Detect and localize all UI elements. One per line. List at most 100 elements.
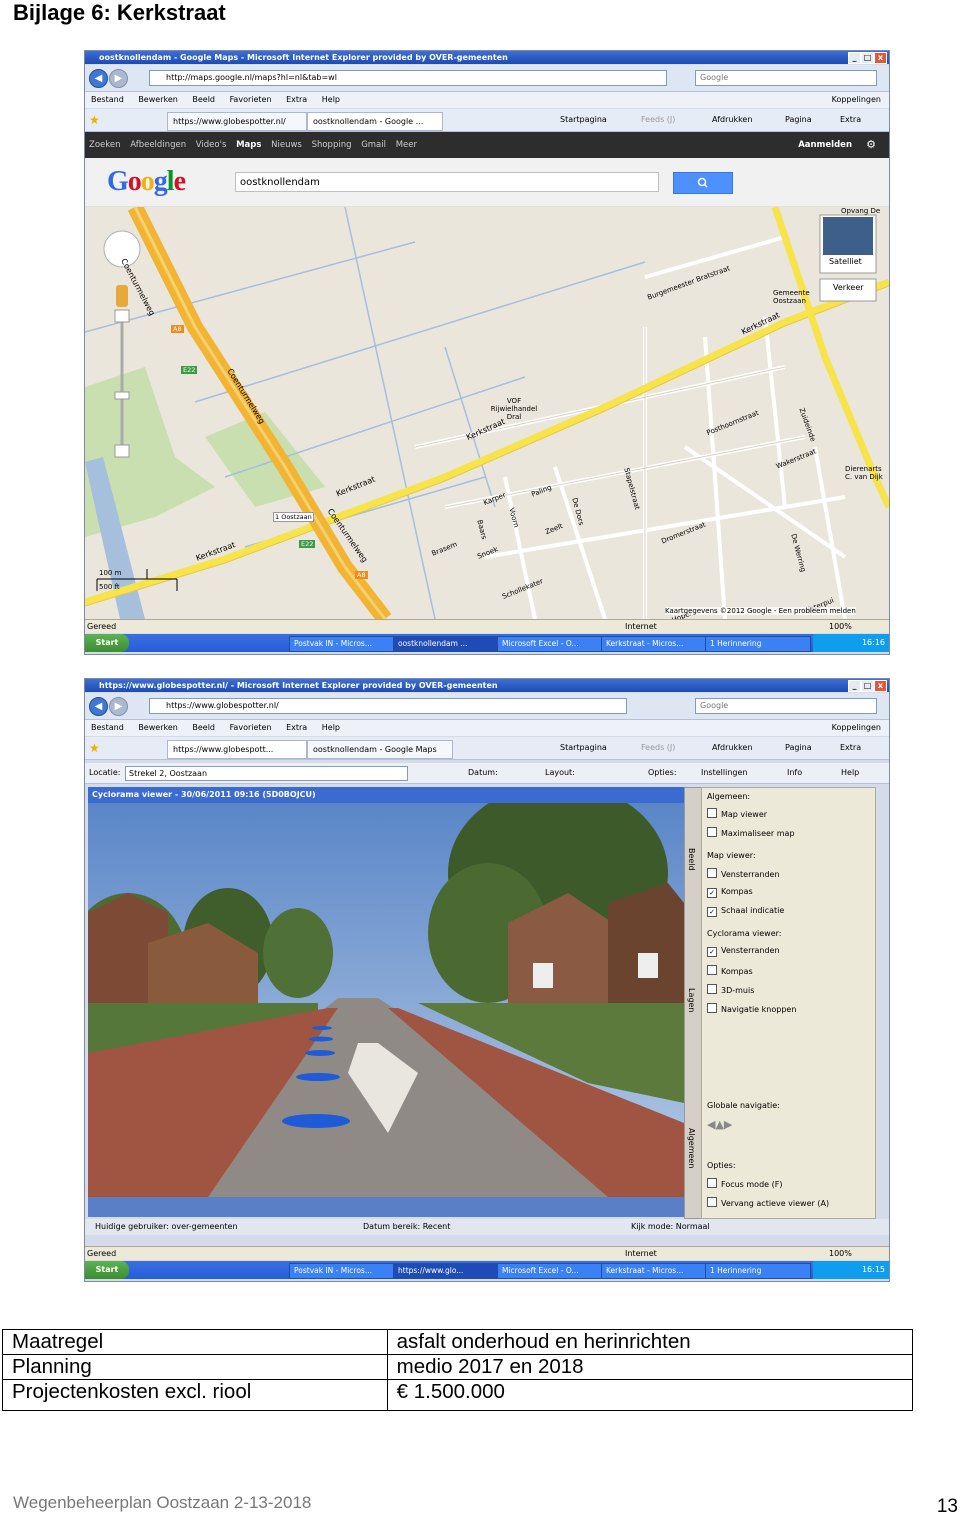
- taskbar-item[interactable]: 1 Herinnering: [705, 1263, 811, 1279]
- option-row[interactable]: Kompas: [707, 965, 753, 976]
- side-tab-lagen[interactable]: Lagen: [687, 988, 696, 1012]
- tab-globespotter[interactable]: https://www.globespott...: [167, 740, 307, 759]
- tab-google-maps[interactable]: oostknollendam - Google Maps: [307, 740, 453, 759]
- option-row[interactable]: 3D-muis: [707, 984, 754, 995]
- info-button[interactable]: Info: [787, 763, 802, 783]
- toolbar-item[interactable]: Startpagina: [560, 109, 607, 131]
- close-button[interactable]: x: [874, 680, 887, 692]
- checkbox-checked[interactable]: ✓: [707, 907, 717, 917]
- checkbox[interactable]: [707, 808, 717, 818]
- checkbox[interactable]: [707, 984, 717, 994]
- gbar-item[interactable]: Nieuws: [271, 140, 302, 150]
- toolbar-item[interactable]: Feeds (J): [641, 737, 675, 759]
- taskbar-item[interactable]: Postvak IN - Micros...: [289, 636, 395, 652]
- menu-item[interactable]: Bewerken: [138, 723, 178, 732]
- menu-item[interactable]: Bestand: [91, 723, 124, 732]
- checkbox[interactable]: [707, 868, 717, 878]
- maps-search-button[interactable]: [673, 172, 733, 194]
- option-row[interactable]: Map viewer: [707, 808, 767, 819]
- taskbar-item[interactable]: Microsoft Excel - O...: [497, 1263, 603, 1279]
- menu-item[interactable]: Extra: [286, 723, 307, 732]
- toolbar-item[interactable]: Pagina: [785, 109, 812, 131]
- menu-item[interactable]: Favorieten: [230, 723, 272, 732]
- checkbox-checked[interactable]: ✓: [707, 947, 717, 957]
- checkbox[interactable]: [707, 1178, 717, 1188]
- option-row[interactable]: Navigatie knoppen: [707, 1003, 796, 1014]
- gbar-item[interactable]: Shopping: [312, 140, 352, 150]
- back-icon[interactable]: ◀: [89, 69, 108, 88]
- taskbar-item[interactable]: Kerkstraat - Micros...: [601, 1263, 707, 1279]
- side-tab-beeld[interactable]: Beeld: [687, 848, 696, 871]
- toolbar-item[interactable]: Afdrukken: [712, 109, 752, 131]
- menu-item[interactable]: Beeld: [192, 95, 215, 104]
- gbar-item[interactable]: Zoeken: [89, 140, 121, 150]
- cyclorama-viewer[interactable]: Cyclorama viewer - 30/06/2011 09:16 (5D0…: [88, 787, 684, 1217]
- checkbox[interactable]: [707, 965, 717, 975]
- help-button[interactable]: Help: [841, 763, 859, 783]
- zoom-level[interactable]: 100%: [829, 620, 852, 633]
- address-bar[interactable]: http://maps.google.nl/maps?hl=nl&tab=wl: [149, 70, 667, 86]
- tab-globespotter[interactable]: https://www.globespotter.nl/: [167, 112, 307, 131]
- search-box[interactable]: Google: [695, 698, 877, 714]
- links-label[interactable]: Koppelingen: [832, 720, 881, 736]
- close-button[interactable]: x: [874, 52, 887, 64]
- instellingen-button[interactable]: Instellingen: [701, 763, 747, 783]
- checkbox-checked[interactable]: ✓: [707, 888, 717, 898]
- gear-icon[interactable]: ⚙: [866, 132, 876, 158]
- minimize-button[interactable]: _: [848, 52, 861, 64]
- taskbar-item[interactable]: Postvak IN - Micros...: [289, 1263, 395, 1279]
- toolbar-item[interactable]: Extra: [840, 737, 861, 759]
- option-row[interactable]: Vensterranden: [707, 868, 780, 879]
- favorites-star-icon[interactable]: ★: [89, 737, 100, 759]
- gbar-item[interactable]: Afbeeldingen: [130, 140, 186, 150]
- checkbox[interactable]: [707, 827, 717, 837]
- back-icon[interactable]: ◀: [89, 697, 108, 716]
- menu-item[interactable]: Help: [322, 95, 340, 104]
- taskbar-item[interactable]: Microsoft Excel - O...: [497, 636, 603, 652]
- toolbar-item[interactable]: Feeds (J): [641, 109, 675, 131]
- menu-item[interactable]: Beeld: [192, 723, 215, 732]
- taskbar-item[interactable]: oostknollendam ...: [393, 636, 499, 652]
- menu-item[interactable]: Bewerken: [138, 95, 178, 104]
- zoom-level[interactable]: 100%: [829, 1247, 852, 1260]
- checkbox[interactable]: [707, 1197, 717, 1207]
- maps-search-input[interactable]: oostknollendam: [235, 172, 659, 192]
- taskbar-item[interactable]: https://www.glo...: [393, 1263, 499, 1279]
- menu-item[interactable]: Favorieten: [230, 95, 272, 104]
- maximize-button[interactable]: □: [861, 52, 874, 64]
- taskbar-item[interactable]: 1 Herinnering: [705, 636, 811, 652]
- option-row[interactable]: Maximaliseer map: [707, 827, 795, 838]
- maximize-button[interactable]: □: [861, 680, 874, 692]
- signin-link[interactable]: Aanmelden: [798, 132, 852, 158]
- start-button[interactable]: Start: [85, 1261, 129, 1279]
- gbar-item[interactable]: Meer: [396, 140, 417, 150]
- taskbar-item[interactable]: Kerkstraat - Micros...: [601, 636, 707, 652]
- map-canvas[interactable]: Coenturmelweg Coenturmelweg Coenturmelwe…: [85, 207, 889, 619]
- toolbar-item[interactable]: Extra: [840, 109, 861, 131]
- forward-icon[interactable]: ▶: [109, 697, 128, 716]
- locatie-input[interactable]: Strekel 2, Oostzaan: [125, 766, 408, 781]
- option-row[interactable]: ✓ Kompas: [707, 887, 753, 898]
- option-row[interactable]: ✓ Schaal indicatie: [707, 906, 784, 917]
- satellite-button[interactable]: Satelliet: [829, 257, 862, 266]
- gbar-item[interactable]: Video's: [196, 140, 227, 150]
- toolbar-item[interactable]: Pagina: [785, 737, 812, 759]
- menu-item[interactable]: Bestand: [91, 95, 124, 104]
- tab-google-maps[interactable]: oostknollendam - Google ...: [307, 112, 443, 131]
- gbar-item[interactable]: Gmail: [361, 140, 386, 150]
- search-box[interactable]: Google: [695, 70, 877, 86]
- traffic-button[interactable]: Verkeer: [833, 283, 864, 292]
- start-button[interactable]: Start: [85, 634, 129, 652]
- toolbar-item[interactable]: Startpagina: [560, 737, 607, 759]
- menu-item[interactable]: Extra: [286, 95, 307, 104]
- minimize-button[interactable]: _: [848, 680, 861, 692]
- address-bar[interactable]: https://www.globespotter.nl/: [149, 698, 627, 714]
- menu-item[interactable]: Help: [322, 723, 340, 732]
- option-row[interactable]: Focus mode (F): [707, 1178, 782, 1189]
- checkbox[interactable]: [707, 1003, 717, 1013]
- gbar-item-selected[interactable]: Maps: [236, 140, 261, 150]
- option-row[interactable]: Vervang actieve viewer (A): [707, 1197, 829, 1208]
- favorites-star-icon[interactable]: ★: [89, 109, 100, 131]
- forward-icon[interactable]: ▶: [109, 69, 128, 88]
- links-label[interactable]: Koppelingen: [832, 92, 881, 108]
